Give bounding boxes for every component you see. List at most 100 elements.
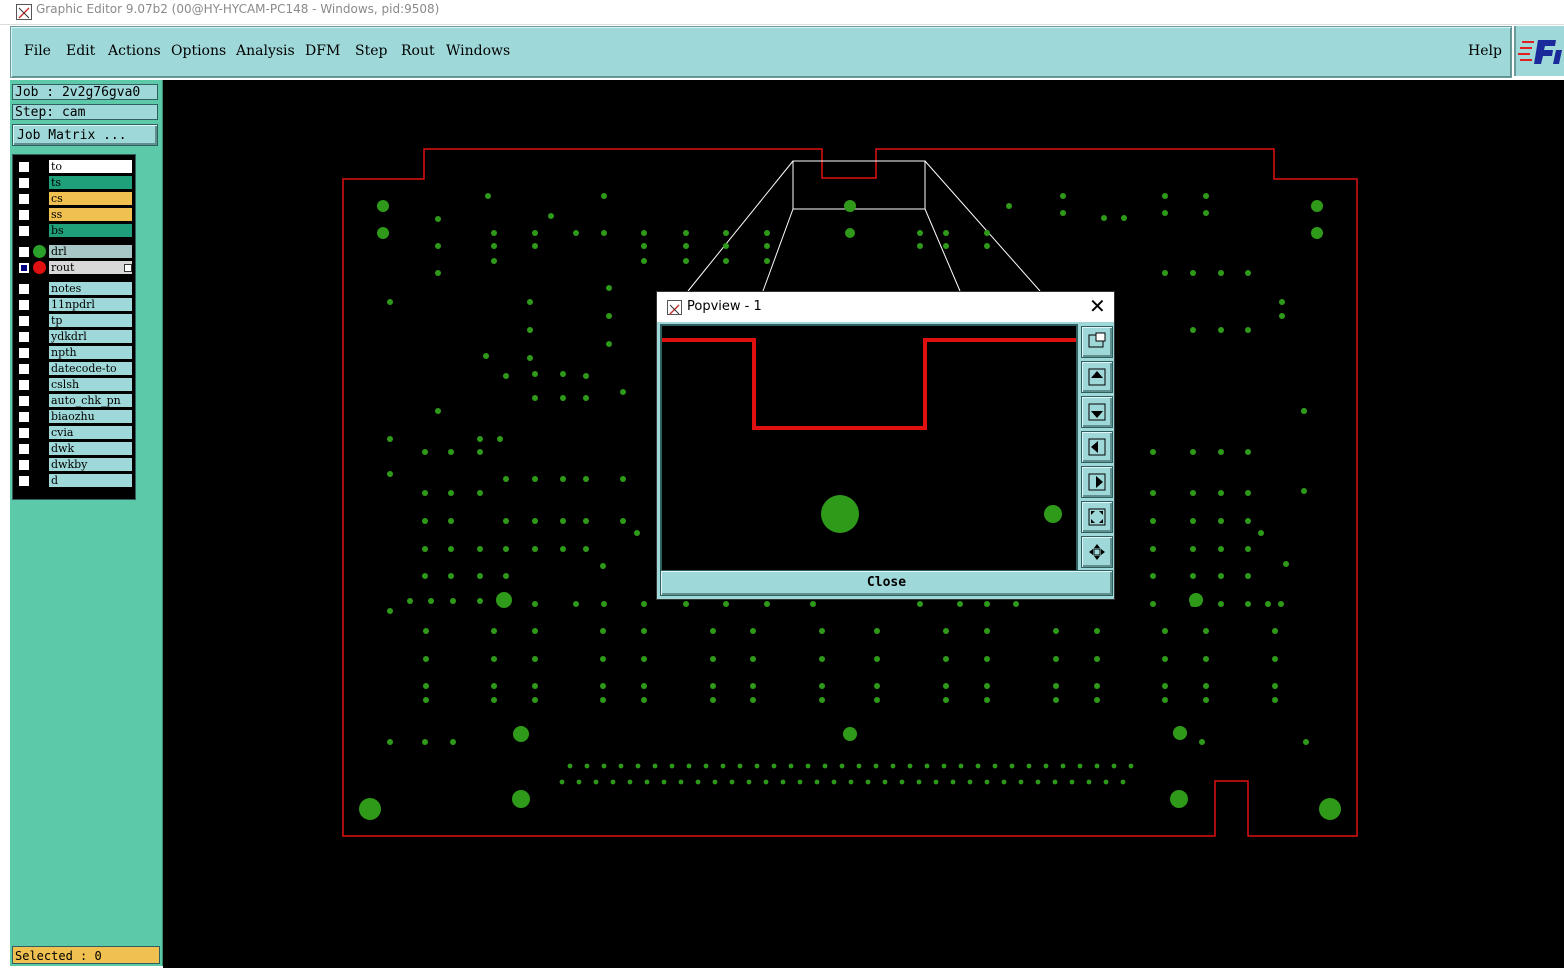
pan-right-icon[interactable]	[1081, 466, 1113, 498]
pan-left-icon[interactable]	[1081, 431, 1113, 463]
layer-name[interactable]: tp	[49, 314, 132, 327]
drill-pad	[641, 258, 647, 264]
close-button[interactable]: Close	[660, 570, 1113, 596]
layer-checkbox[interactable]	[18, 427, 30, 439]
layer-row-drl[interactable]: drl	[16, 245, 132, 259]
layer-checkbox[interactable]	[18, 209, 30, 221]
menu-step[interactable]: Step	[355, 43, 387, 59]
layer-name[interactable]: ydkdrl	[49, 330, 132, 343]
layer-row-auto_chk_pn[interactable]: auto_chk_pn	[16, 394, 132, 408]
menu-edit[interactable]: Edit	[66, 43, 95, 59]
close-icon[interactable]: ✕	[1089, 294, 1106, 318]
layer-row-dwk[interactable]: dwk	[16, 442, 132, 456]
layer-checkbox[interactable]	[18, 411, 30, 423]
layer-checkbox[interactable]	[18, 225, 30, 237]
layer-checkbox[interactable]	[18, 379, 30, 391]
menu-options[interactable]: Options	[171, 43, 226, 59]
layer-checkbox[interactable]	[18, 193, 30, 205]
zoom-home-icon[interactable]	[1081, 501, 1113, 533]
layer-checkbox[interactable]	[18, 395, 30, 407]
menu-actions[interactable]: Actions	[108, 43, 161, 59]
layer-row-npth[interactable]: npth	[16, 346, 132, 360]
layer-name[interactable]: datecode-to	[49, 362, 132, 375]
drill-pad	[1190, 601, 1196, 607]
layer-checkbox[interactable]	[18, 283, 30, 295]
layer-row-biaozhu[interactable]: biaozhu	[16, 410, 132, 424]
layer-row-notes[interactable]: notes	[16, 282, 132, 296]
layer-row-tp[interactable]: tp	[16, 314, 132, 328]
layer-name[interactable]: notes	[49, 282, 132, 295]
layer-row-bs[interactable]: bs	[16, 224, 132, 238]
layer-name[interactable]: ss	[49, 208, 132, 221]
pan-down-icon[interactable]	[1081, 396, 1113, 428]
layer-name[interactable]: cslsh	[49, 378, 132, 391]
layer-name[interactable]: auto_chk_pn	[49, 394, 132, 407]
layer-checkbox[interactable]	[18, 299, 30, 311]
drill-pad	[1301, 488, 1307, 494]
layer-name[interactable]: to	[49, 160, 132, 173]
layer-checkbox[interactable]	[18, 347, 30, 359]
drill-pad	[941, 763, 947, 769]
drill-pad	[641, 656, 647, 662]
menu-rout[interactable]: Rout	[401, 43, 435, 59]
layer-name[interactable]: ts	[49, 176, 132, 189]
layer-name[interactable]: npth	[49, 346, 132, 359]
layer-row-dwkby[interactable]: dwkby	[16, 458, 132, 472]
layer-name[interactable]: drl	[49, 245, 132, 258]
menu-file[interactable]: File	[24, 43, 51, 59]
drill-pad	[620, 518, 626, 524]
pan-up-icon[interactable]	[1081, 361, 1113, 393]
layer-checkbox[interactable]	[18, 161, 30, 173]
layer-name[interactable]: d	[49, 474, 132, 487]
drill-pad	[503, 546, 509, 552]
zoom-center-icon[interactable]	[1081, 536, 1113, 568]
drill-pad	[422, 739, 428, 745]
layer-checkbox[interactable]	[18, 246, 30, 258]
layer-name[interactable]: bs	[49, 224, 132, 237]
layer-checkbox[interactable]	[18, 459, 30, 471]
layer-name[interactable]: dwk	[49, 442, 132, 455]
layer-row-datecode-to[interactable]: datecode-to	[16, 362, 132, 376]
popview-title: Popview - 1	[687, 299, 762, 314]
drill-pad	[984, 230, 990, 236]
layer-row-cs[interactable]: cs	[16, 192, 132, 206]
layer-name[interactable]: dwkby	[49, 458, 132, 471]
popview-viewport[interactable]	[660, 324, 1078, 572]
layer-row-11npdrl[interactable]: 11npdrl	[16, 298, 132, 312]
layer-checkbox[interactable]	[18, 475, 30, 487]
layer-row-ss[interactable]: ss	[16, 208, 132, 222]
layer-name[interactable]: cs	[49, 192, 132, 205]
drill-pad	[601, 763, 607, 769]
layer-row-to[interactable]: to	[16, 160, 132, 174]
menu-analysis[interactable]: Analysis	[236, 43, 295, 59]
layer-name[interactable]: rout	[49, 261, 132, 274]
menu-help[interactable]: Help	[1468, 43, 1502, 59]
menu-dfm[interactable]: DFM	[305, 43, 340, 59]
layer-name[interactable]: biaozhu	[49, 410, 132, 423]
layer-row-cslsh[interactable]: cslsh	[16, 378, 132, 392]
layer-checkbox[interactable]	[18, 262, 30, 274]
layer-checkbox[interactable]	[18, 331, 30, 343]
layer-row-ts[interactable]: ts	[16, 176, 132, 190]
layer-name[interactable]: 11npdrl	[49, 298, 132, 311]
drill-pad	[1311, 200, 1323, 212]
layer-row-cvia[interactable]: cvia	[16, 426, 132, 440]
layer-row-d[interactable]: d	[16, 474, 132, 488]
layer-row-ydkdrl[interactable]: ydkdrl	[16, 330, 132, 344]
layer-checkbox[interactable]	[18, 443, 30, 455]
drill-pad	[683, 258, 689, 264]
drill-pad	[710, 628, 716, 634]
layer-row-rout[interactable]: rout	[16, 261, 132, 275]
job-matrix-button[interactable]: Job Matrix ...	[12, 124, 158, 146]
layer-checkbox[interactable]	[18, 315, 30, 327]
menu-windows[interactable]: Windows	[446, 43, 510, 59]
layer-checkbox[interactable]	[18, 177, 30, 189]
drill-pad	[924, 763, 930, 769]
layer-checkbox[interactable]	[18, 363, 30, 375]
layer-menu-icon[interactable]	[124, 264, 132, 272]
zoom-window-icon[interactable]	[1081, 326, 1113, 358]
drill-pad	[448, 573, 454, 579]
drill-pad	[513, 726, 529, 742]
layer-name[interactable]: cvia	[49, 426, 132, 439]
drill-pad	[560, 546, 566, 552]
